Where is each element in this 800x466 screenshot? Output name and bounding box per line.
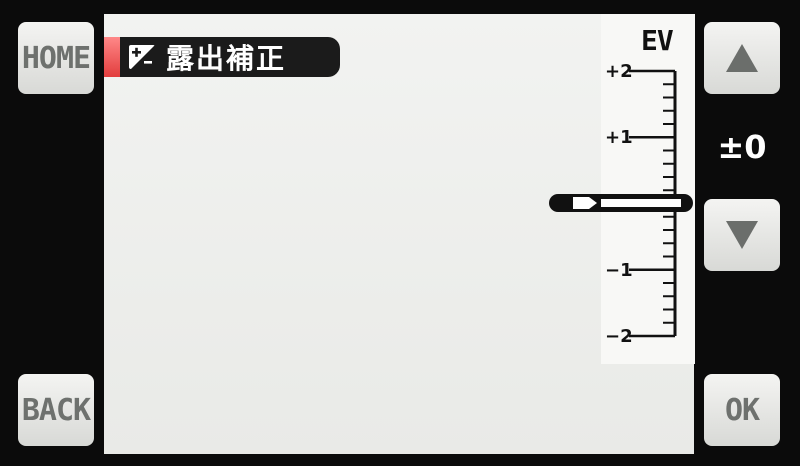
scale-label-minus2: −2: [605, 326, 633, 347]
camera-screen: HOME BACK OK ±0 露出補正 EV +2 +1 −1 −2: [0, 0, 800, 466]
scale-label-minus1: −1: [605, 260, 633, 281]
ev-slider-pointer[interactable]: [549, 194, 693, 212]
ev-scale-panel: EV +2 +1 −1 −2: [601, 14, 695, 364]
ok-button[interactable]: OK: [704, 374, 780, 446]
title-bar: 露出補正: [104, 37, 340, 77]
scale-label-plus1: +1: [605, 127, 633, 148]
arrow-up-icon: [726, 44, 758, 72]
arrow-down-icon: [726, 221, 758, 249]
increase-button[interactable]: [704, 22, 780, 94]
back-button[interactable]: BACK: [18, 374, 94, 446]
ev-value-display: ±0: [704, 100, 780, 194]
decrease-button[interactable]: [704, 199, 780, 271]
red-indicator-tab: [104, 37, 120, 77]
home-button[interactable]: HOME: [18, 22, 94, 94]
page-title: 露出補正: [166, 42, 287, 75]
scale-label-plus2: +2: [605, 61, 633, 82]
exposure-compensation-icon: [129, 45, 155, 69]
ev-scale: +2 +1 −1 −2: [605, 61, 677, 347]
